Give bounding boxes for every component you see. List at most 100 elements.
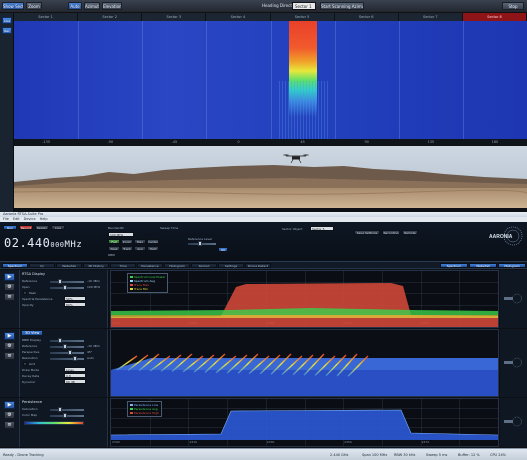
replay-button[interactable]: Replay	[35, 225, 49, 230]
tab-iq[interactable]: IQ	[29, 263, 55, 268]
sector-tab-1[interactable]: Sector 1	[14, 13, 79, 21]
slider-thumb[interactable]	[58, 407, 62, 412]
panel3-play-button[interactable]: ▶	[4, 401, 15, 409]
panel1-play-button[interactable]: ▶	[4, 273, 15, 281]
tab-histogram[interactable]: Histogram	[164, 263, 190, 268]
panel-row-slider[interactable]	[50, 285, 84, 290]
panel-row-slider[interactable]	[50, 344, 84, 349]
panel-subrow-field[interactable]: 80%	[64, 302, 86, 307]
view-tabs: Spectrum IQ Waterfall 3D History Time Persist…	[0, 262, 527, 269]
right-tab-waterfall[interactable]: Waterfall	[469, 263, 497, 268]
panel1-export-button[interactable]: ≡	[4, 293, 15, 301]
stop-button[interactable]: Stop	[502, 2, 524, 10]
sector-tab-5[interactable]: Sector 5	[271, 13, 335, 21]
slider-thumb[interactable]	[73, 356, 77, 361]
panel-row-value: 45°	[87, 350, 93, 354]
panel-checkbox[interactable]	[23, 291, 27, 295]
slider-thumb[interactable]	[63, 413, 67, 418]
panel-subrow-field[interactable]: 0.8	[64, 373, 86, 378]
zoom-button[interactable]: Zoom	[26, 2, 42, 10]
slider-thumb[interactable]	[63, 344, 67, 349]
center-frequency-display[interactable]: 02.440000MHz	[4, 236, 82, 250]
panel-row-slider[interactable]	[50, 413, 84, 418]
panel-subrow-field[interactable]: Lines	[64, 367, 86, 372]
panel-row-slider[interactable]	[50, 356, 84, 361]
persistence-graph[interactable]: 239024102430245024702490Persistence LowP…	[110, 398, 499, 447]
tab-demod[interactable]: Demod	[191, 263, 217, 268]
sector-tab-4[interactable]: Sector 4	[206, 13, 271, 21]
tab-settings[interactable]: Settings	[218, 263, 244, 268]
panel-subrow-field[interactable]: 60 dB	[64, 379, 86, 384]
3d-history-graph[interactable]	[110, 329, 499, 397]
panel1-right-strip	[500, 270, 527, 328]
span-button-track[interactable]: Track	[121, 246, 133, 251]
live-button[interactable]: Live	[2, 17, 12, 24]
tab-3d-history[interactable]: 3D History	[83, 263, 109, 268]
slider-thumb[interactable]	[58, 279, 62, 284]
panel-row-slider[interactable]	[50, 279, 84, 284]
panel2-play-button[interactable]: ▶	[4, 332, 15, 340]
azimuth-button[interactable]: Azimuth	[84, 2, 100, 10]
panel3-export-button[interactable]: ≡	[4, 421, 15, 429]
span-button-hold[interactable]: Hold	[147, 246, 159, 251]
sector-tab-2[interactable]: Sector 2	[78, 13, 143, 21]
right-tab-histogram[interactable]: Histogram	[498, 263, 526, 268]
recording-button[interactable]: Recording	[382, 230, 400, 235]
tab-time[interactable]: Time	[110, 263, 136, 268]
spectrum-yellow-band	[111, 315, 498, 318]
remote-button[interactable]: Remote	[402, 230, 418, 235]
span-button-max[interactable]: Max	[134, 239, 146, 244]
slider-thumb[interactable]	[63, 285, 67, 290]
tab-drone-detect[interactable]: Drone Detect	[245, 263, 271, 268]
panel-row-slider[interactable]	[50, 350, 84, 355]
run-button[interactable]: Run	[3, 225, 17, 230]
panel-row-slider[interactable]	[50, 407, 84, 412]
live-mode-button[interactable]: Live	[51, 225, 65, 230]
slider-thumb[interactable]	[58, 338, 62, 343]
panel1-settings-button[interactable]: ⚙	[4, 283, 15, 291]
heading-input[interactable]: Sector 1	[292, 2, 316, 10]
slider-thumb[interactable]	[68, 350, 72, 355]
sector-object-field[interactable]: Sector 5	[310, 226, 334, 231]
bandwidth-field[interactable]: 100 MHz	[108, 232, 134, 237]
start-scanning-button[interactable]: Start Scanning Azimuth	[320, 2, 364, 10]
span-button-peak[interactable]: Peak	[108, 246, 120, 251]
panel-checkbox[interactable]	[23, 362, 27, 366]
span-button-zoom[interactable]: Zoom	[121, 239, 133, 244]
show-sectors-button[interactable]: Show Sectors	[2, 2, 24, 10]
menu-item-help[interactable]: Help	[40, 217, 48, 221]
panel-subrow-label: Spectral Persistence	[22, 297, 53, 301]
record-mode-button[interactable]: Record	[19, 225, 33, 230]
sector-divider	[462, 21, 464, 139]
menu-item-edit[interactable]: Edit	[13, 217, 20, 221]
menu-item-file[interactable]: File	[3, 217, 9, 221]
menu-item-device[interactable]: Device	[24, 217, 36, 221]
right-tab-spectrum[interactable]: Spectrum	[440, 263, 468, 268]
reference-slider-thumb[interactable]	[198, 241, 202, 246]
span-button-center[interactable]: Center	[147, 239, 159, 244]
panel-row-value: 100 MHz	[87, 285, 101, 289]
panel-subrow-field[interactable]: 50%	[64, 296, 86, 301]
tab-spectrum[interactable]: Spectrum	[2, 263, 28, 268]
apply-button[interactable]: OK	[218, 247, 228, 252]
span-button-full[interactable]: Full	[108, 239, 120, 244]
panel2-settings-button[interactable]: ⚙	[4, 342, 15, 350]
panel-row-slider[interactable]	[50, 338, 84, 343]
auto-button[interactable]: Auto	[68, 2, 82, 10]
sector-tab-3[interactable]: Sector 3	[142, 13, 207, 21]
persistence-svg	[111, 409, 498, 440]
span-button-avg[interactable]: Avg	[134, 246, 146, 251]
record-button[interactable]: Rec	[2, 27, 12, 34]
save-settings-button[interactable]: Save Settings	[354, 230, 380, 235]
sector-tab-6[interactable]: Sector 6	[335, 13, 399, 21]
spectrum-graph[interactable]: 239024102430245024702490Spectrum Low Pow…	[110, 270, 499, 328]
reference-slider[interactable]	[188, 241, 216, 246]
elevation-button[interactable]: Elevation	[102, 2, 122, 10]
panel1-strip: ▶ ⚙ ≡	[0, 270, 20, 328]
tab-persistence[interactable]: Persistence	[137, 263, 163, 268]
panel2-export-button[interactable]: ≡	[4, 352, 15, 360]
tab-waterfall[interactable]: Waterfall	[56, 263, 82, 268]
panel3-settings-button[interactable]: ⚙	[4, 411, 15, 419]
sector-tab-8[interactable]: Sector 8	[462, 13, 527, 21]
sector-tab-7[interactable]: Sector 7	[399, 13, 463, 21]
